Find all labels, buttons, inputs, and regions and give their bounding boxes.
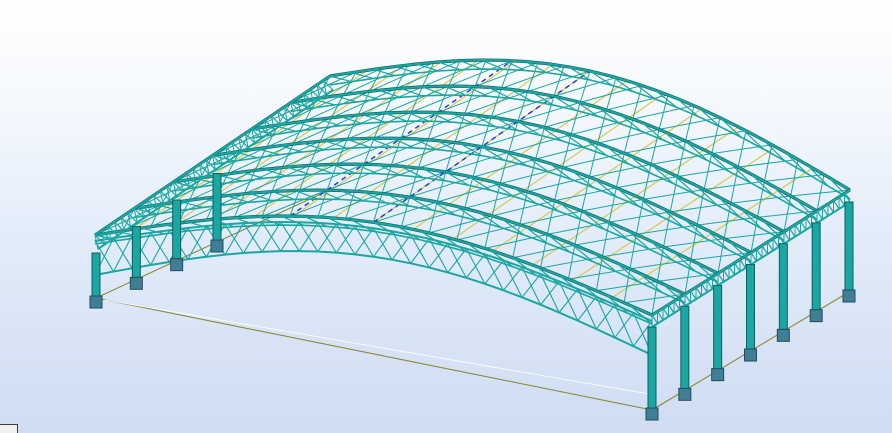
front-truss-web bbox=[614, 312, 634, 339]
column bbox=[91, 252, 101, 299]
truss-web bbox=[384, 112, 408, 122]
column bbox=[778, 243, 788, 332]
roof-bracing bbox=[632, 84, 643, 120]
column bbox=[647, 326, 657, 411]
support-footing bbox=[678, 387, 692, 401]
support-footing bbox=[210, 239, 224, 253]
roof-bracing bbox=[562, 134, 572, 168]
right-eave-truss-web bbox=[673, 300, 681, 311]
roof-bracing bbox=[409, 167, 419, 198]
right-eave-truss-web bbox=[799, 220, 807, 231]
right-eave-truss-web bbox=[750, 251, 758, 262]
front-truss-web bbox=[521, 273, 542, 298]
right-eave-truss-web bbox=[838, 196, 846, 207]
column bbox=[172, 199, 182, 262]
support-footing bbox=[744, 348, 757, 362]
right-eave-truss-web bbox=[689, 290, 697, 300]
column bbox=[746, 264, 755, 352]
truss-web bbox=[248, 192, 273, 202]
front-truss-web bbox=[558, 288, 579, 314]
roof-secondary-members bbox=[94, 59, 851, 316]
roof-bracing bbox=[381, 164, 392, 194]
right-eave-truss-web bbox=[717, 272, 725, 283]
front-truss-web bbox=[335, 225, 356, 254]
right-eave-truss-web bbox=[832, 199, 840, 210]
front-truss-web bbox=[540, 280, 560, 306]
right-eave-truss-web bbox=[733, 262, 741, 273]
right-eave-truss-web bbox=[827, 203, 835, 214]
column bbox=[131, 226, 141, 280]
support-footing bbox=[842, 289, 856, 303]
structure-model[interactable] bbox=[0, 0, 892, 433]
support-footing bbox=[776, 328, 790, 342]
truss-web bbox=[308, 164, 333, 174]
column bbox=[680, 305, 690, 391]
support-footing bbox=[711, 368, 725, 382]
support-footing bbox=[645, 407, 659, 421]
right-eave-truss-web bbox=[816, 210, 824, 220]
front-truss-web bbox=[447, 248, 467, 273]
roof-bracing bbox=[526, 158, 537, 193]
right-eave-truss-web bbox=[783, 231, 791, 241]
3d-model-viewport[interactable] bbox=[0, 0, 892, 433]
truss-web bbox=[346, 138, 371, 148]
right-eave-truss-web bbox=[788, 227, 796, 238]
front-truss-web bbox=[577, 296, 597, 322]
truss-web bbox=[271, 190, 296, 201]
truss-web bbox=[329, 75, 353, 83]
right-eave-truss-web bbox=[706, 279, 714, 290]
front-truss-web bbox=[391, 234, 412, 261]
roof-bracing bbox=[456, 207, 466, 241]
front-truss-web bbox=[410, 238, 430, 264]
view-corner-icon bbox=[0, 424, 18, 433]
support-footing bbox=[809, 309, 823, 323]
right-eave-truss-web bbox=[755, 248, 763, 259]
support-footing bbox=[129, 276, 143, 290]
front-truss-web bbox=[372, 230, 393, 258]
column bbox=[844, 201, 854, 293]
column bbox=[212, 173, 222, 243]
front-truss-web bbox=[502, 266, 523, 291]
foundation-highlight bbox=[104, 299, 656, 396]
right-eave-truss-web bbox=[695, 286, 703, 297]
column bbox=[811, 222, 821, 313]
foundation-front-line bbox=[95, 291, 850, 411]
right-eave-truss-web bbox=[761, 244, 769, 255]
right-eave-truss-web bbox=[684, 293, 692, 304]
front-truss-web bbox=[354, 227, 375, 255]
right-eave-truss-web bbox=[766, 241, 774, 252]
roof-bracing bbox=[597, 109, 608, 144]
right-eave-truss-web bbox=[700, 283, 708, 293]
right-eave-truss-web bbox=[805, 217, 813, 227]
right-eave-truss-web bbox=[656, 310, 664, 321]
right-eave-truss-web bbox=[739, 258, 747, 269]
support-footing bbox=[170, 258, 184, 272]
right-eave-truss-web bbox=[821, 206, 829, 217]
right-eave-truss-web bbox=[722, 269, 730, 279]
front-truss-web bbox=[484, 259, 505, 285]
support-footing bbox=[89, 295, 103, 309]
roof-bracing bbox=[491, 183, 501, 217]
right-eave-truss-web bbox=[772, 238, 780, 248]
column bbox=[713, 284, 723, 372]
front-truss-web bbox=[595, 304, 616, 330]
roof-bracing bbox=[579, 70, 591, 103]
right-eave-truss-web bbox=[728, 265, 736, 276]
front-truss-web bbox=[465, 253, 486, 279]
right-eave-truss-web bbox=[662, 307, 670, 318]
right-eave-truss-web bbox=[667, 303, 675, 314]
front-truss-web bbox=[428, 242, 449, 269]
right-eave-truss-web bbox=[651, 314, 659, 325]
right-eave-truss-web bbox=[794, 224, 802, 234]
